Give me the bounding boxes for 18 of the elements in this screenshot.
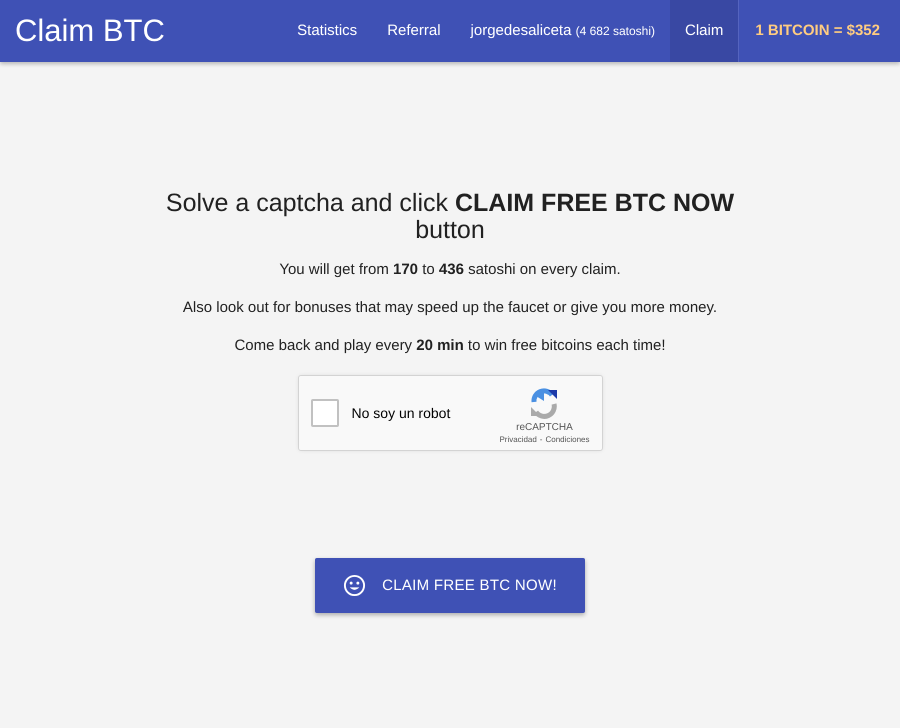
site-title[interactable]: Claim BTC — [0, 0, 165, 62]
nav-link[interactable]: jorgedesaliceta (4 682 satoshi) — [456, 0, 670, 62]
info-text: You will get from 170 to 436 satoshi on every claim. — [279, 260, 621, 280]
nav-link[interactable]: Statistics — [282, 0, 372, 62]
info-text: Also look out for bonuses that may speed up the faucet or give you more money. — [182, 298, 718, 318]
nav-link[interactable]: Claim — [670, 0, 738, 62]
privacy-link[interactable]: Privacidad — [499, 434, 537, 446]
info-text: Come back and play every 20 min to win free bitcoins each time! — [234, 336, 666, 356]
checkbox-label: No soy un robot — [352, 405, 452, 421]
link-separator: - — [540, 434, 542, 446]
captcha-brand-text: reCAPTCHA — [516, 422, 573, 434]
nav-link[interactable]: Referral — [372, 0, 456, 62]
robot-checkbox[interactable] — [310, 399, 338, 427]
smiley-icon — [343, 574, 366, 597]
page-heading: Solve a captcha and click CLAIM FREE BTC NOW button — [164, 190, 736, 244]
claim-button[interactable]: CLAIM FREE BTC NOW! — [315, 558, 585, 613]
terms-link[interactable]: Condiciones — [545, 434, 590, 446]
bitcoin-price: 1 BITCOIN = $352 — [738, 0, 900, 62]
